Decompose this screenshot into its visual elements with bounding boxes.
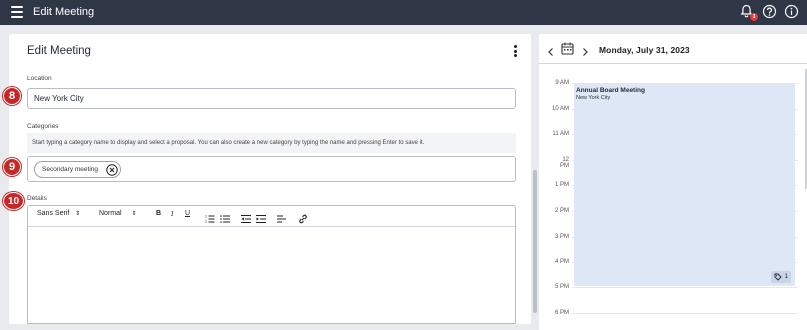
next-day-icon[interactable] [580, 44, 590, 56]
calendar-panel: Monday, July 31, 2023 9 AM 10 AM 11 AM 1… [539, 34, 807, 330]
svg-text:1: 1 [205, 215, 207, 219]
menu-icon[interactable] [11, 6, 23, 18]
bold-button[interactable]: B [156, 210, 161, 217]
indent-icon[interactable] [256, 211, 266, 223]
link-icon[interactable] [298, 211, 308, 224]
time-label: 5 PM [554, 284, 569, 290]
category-chip-label: Secondary meeting [42, 166, 99, 173]
event-tag-badge[interactable]: 1 [770, 271, 791, 283]
time-label: 9 AM [555, 80, 569, 86]
details-label: Details [27, 195, 47, 202]
top-bar: Edit Meeting 3 [0, 0, 807, 25]
editor-toolbar: Sans Serif ⇕ Normal ⇕ B I U 12 [28, 206, 515, 227]
bullet-list-icon[interactable] [220, 211, 230, 223]
edit-meeting-form: Edit Meeting Location New York City Cate… [9, 34, 531, 324]
hour-line [572, 287, 798, 288]
category-chip: Secondary meeting [34, 161, 122, 178]
time-label: 10 AM [552, 106, 570, 112]
align-icon[interactable] [277, 211, 287, 223]
app-title: Edit Meeting [33, 6, 95, 18]
outdent-icon[interactable] [241, 211, 251, 223]
event-tag-count: 1 [784, 274, 788, 280]
calendar-date: Monday, July 31, 2023 [599, 45, 690, 55]
info-icon[interactable] [784, 4, 799, 19]
time-label: 1 PM [554, 182, 569, 188]
hour-line [572, 313, 798, 314]
time-label: 11 AM [552, 131, 569, 137]
categories-input[interactable]: Secondary meeting [27, 156, 516, 182]
location-input[interactable]: New York City [27, 88, 516, 109]
help-icon[interactable] [762, 4, 777, 19]
size-select[interactable]: Normal ⇕ [99, 210, 137, 217]
calendar-event[interactable]: Annual Board Meeting New York City 1 [574, 84, 795, 286]
step-marker-8: 8 [3, 87, 21, 105]
event-title: Annual Board Meeting [576, 87, 645, 94]
time-label: 2 PM [554, 208, 569, 214]
form-title: Edit Meeting [27, 45, 91, 57]
step-marker-9: 9 [3, 158, 21, 176]
event-location: New York City [576, 95, 611, 101]
location-label: Location [27, 75, 52, 82]
italic-button[interactable]: I [171, 210, 173, 218]
font-select-label: Sans Serif [37, 210, 70, 217]
time-label: 4 PM [554, 259, 569, 265]
svg-text:2: 2 [205, 220, 207, 224]
time-label: 6 PM [554, 310, 569, 316]
font-select[interactable]: Sans Serif ⇕ [37, 210, 80, 217]
calendar-icon[interactable] [561, 42, 574, 55]
calendar-header: Monday, July 31, 2023 [539, 34, 807, 64]
step-marker-10: 10 [3, 192, 24, 210]
bell-icon[interactable]: 3 [740, 4, 758, 21]
more-options-icon[interactable] [512, 45, 518, 59]
previous-day-icon[interactable] [546, 44, 556, 56]
top-icons: 3 [740, 4, 799, 21]
underline-button[interactable]: U [185, 210, 190, 217]
remove-chip-icon[interactable] [106, 164, 118, 176]
time-label: 3 PM [554, 234, 569, 240]
form-scrollbar-thumb[interactable] [533, 170, 537, 313]
notification-badge: 3 [750, 13, 758, 21]
ordered-list-icon[interactable]: 12 [205, 211, 215, 224]
categories-hint: Start typing a category name to display … [27, 133, 516, 153]
size-select-label: Normal [99, 210, 122, 217]
details-editor[interactable]: Sans Serif ⇕ Normal ⇕ B I U 12 [27, 205, 516, 324]
time-label: 12 PM [560, 157, 569, 169]
tag-icon [774, 273, 782, 281]
categories-label: Categories [27, 123, 59, 130]
